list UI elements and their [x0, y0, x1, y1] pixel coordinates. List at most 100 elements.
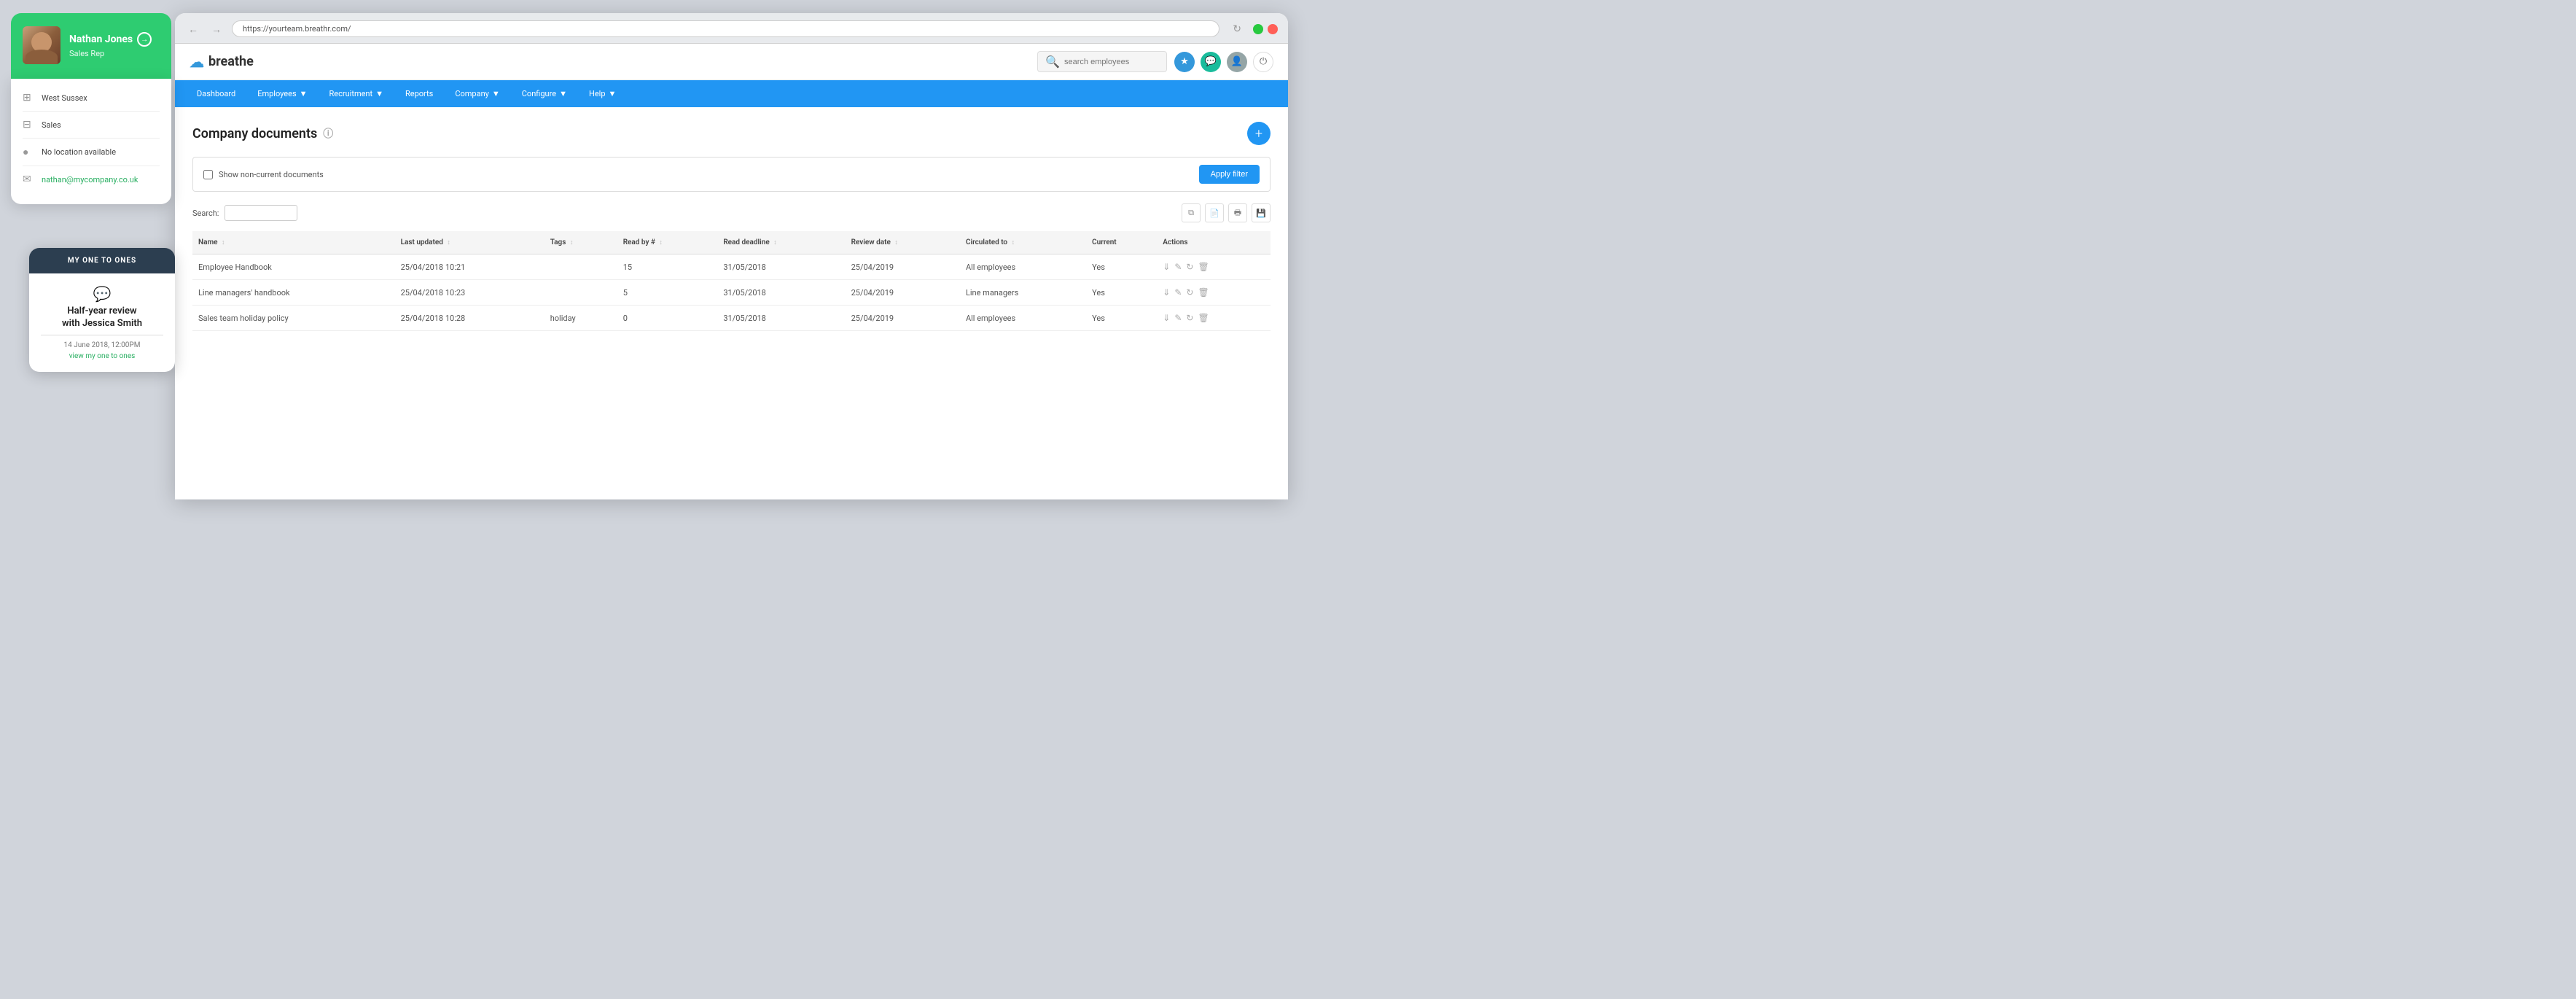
- refresh-action-icon[interactable]: ↻: [1186, 313, 1193, 323]
- non-current-checkbox[interactable]: [203, 170, 213, 179]
- delete-action-icon[interactable]: 🗑: [1198, 287, 1209, 298]
- search-bar: 🔍: [1037, 51, 1167, 72]
- download-button[interactable]: 📄: [1205, 203, 1224, 222]
- edit-action-icon[interactable]: ✎: [1174, 287, 1182, 298]
- help-circle-icon[interactable]: ⓘ: [323, 126, 333, 141]
- cell-current: Yes: [1086, 306, 1157, 331]
- print-button[interactable]: 🖶: [1228, 203, 1247, 222]
- one-to-ones-body: 💬 Half-year review with Jessica Smith 14…: [29, 273, 175, 372]
- profile-role: Sales Rep: [69, 49, 152, 58]
- profile-details: ⊞ West Sussex ⊟ Sales ● No location avai…: [11, 79, 171, 204]
- chat-icon-button[interactable]: 💬: [1201, 52, 1221, 72]
- nav-configure[interactable]: Configure ▼: [512, 80, 577, 107]
- cell-last-updated: 25/04/2018 10:21: [395, 254, 545, 280]
- cell-actions: ⇓ ✎ ↻ 🗑: [1157, 254, 1271, 280]
- sort-deadline-icon: ↕: [773, 239, 777, 246]
- cell-current: Yes: [1086, 254, 1157, 280]
- cell-read-by: 0: [617, 306, 718, 331]
- table-row: Employee Handbook 25/04/2018 10:21 15 31…: [192, 254, 1271, 280]
- configure-dropdown-icon: ▼: [559, 89, 567, 98]
- cell-circulated-to: All employees: [960, 306, 1086, 331]
- nav-dashboard[interactable]: Dashboard: [187, 80, 246, 107]
- team-icon: ⊟: [23, 119, 34, 131]
- reload-button[interactable]: ↻: [1233, 23, 1241, 35]
- nav-company[interactable]: Company ▼: [445, 80, 510, 107]
- power-icon-button[interactable]: ⏻: [1253, 52, 1273, 72]
- sort-name-icon: ↕: [222, 239, 225, 246]
- col-tags[interactable]: Tags ↕: [545, 231, 617, 254]
- company-dropdown-icon: ▼: [492, 89, 500, 98]
- table-search-input[interactable]: [225, 205, 297, 221]
- app-logo: ☁ breathe: [190, 53, 254, 71]
- sort-circulated-icon: ↕: [1012, 239, 1015, 246]
- search-label: Search:: [192, 209, 219, 218]
- one-to-ones-header: MY ONE TO ONES: [29, 248, 175, 273]
- profile-info: Nathan Jones → Sales Rep: [69, 32, 152, 58]
- window-controls: [1253, 24, 1278, 34]
- cell-read-by: 5: [617, 280, 718, 306]
- help-dropdown-icon: ▼: [609, 89, 617, 98]
- recruitment-dropdown-icon: ▼: [375, 89, 383, 98]
- back-button[interactable]: ←: [185, 22, 201, 36]
- col-read-by[interactable]: Read by # ↕: [617, 231, 718, 254]
- nav-help[interactable]: Help ▼: [579, 80, 626, 107]
- cell-tags: [545, 280, 617, 306]
- email-icon: ✉: [23, 174, 34, 185]
- col-name[interactable]: Name ↕: [192, 231, 395, 254]
- forward-button[interactable]: →: [208, 22, 225, 36]
- export-button[interactable]: 💾: [1252, 203, 1271, 222]
- cell-actions: ⇓ ✎ ↻ 🗑: [1157, 280, 1271, 306]
- sort-tags-icon: ↕: [570, 239, 574, 246]
- download-action-icon[interactable]: ⇓: [1163, 287, 1170, 298]
- cell-circulated-to: All employees: [960, 254, 1086, 280]
- nav-recruitment[interactable]: Recruitment ▼: [319, 80, 394, 107]
- maximize-button[interactable]: [1253, 24, 1263, 34]
- copy-button[interactable]: ⧉: [1182, 203, 1201, 222]
- edit-action-icon[interactable]: ✎: [1174, 262, 1182, 272]
- col-read-deadline[interactable]: Read deadline ↕: [717, 231, 845, 254]
- col-review-date[interactable]: Review date ↕: [846, 231, 960, 254]
- cell-tags: holiday: [545, 306, 617, 331]
- refresh-action-icon[interactable]: ↻: [1186, 262, 1193, 272]
- review-date: 14 June 2018, 12:00PM: [41, 341, 163, 349]
- sort-review-icon: ↕: [894, 239, 898, 246]
- download-action-icon[interactable]: ⇓: [1163, 262, 1170, 272]
- nav-employees[interactable]: Employees ▼: [247, 80, 317, 107]
- apply-filter-button[interactable]: Apply filter: [1199, 165, 1260, 184]
- nav-bar: Dashboard Employees ▼ Recruitment ▼ Repo…: [175, 80, 1288, 107]
- cell-current: Yes: [1086, 280, 1157, 306]
- building-icon: ⊞: [23, 92, 34, 104]
- star-icon-button[interactable]: ★: [1174, 52, 1195, 72]
- avatar: [23, 26, 61, 64]
- col-circulated[interactable]: Circulated to ↕: [960, 231, 1086, 254]
- profile-arrow-icon[interactable]: →: [137, 32, 152, 47]
- download-action-icon[interactable]: ⇓: [1163, 313, 1170, 323]
- delete-action-icon[interactable]: 🗑: [1198, 313, 1209, 323]
- refresh-action-icon[interactable]: ↻: [1186, 287, 1193, 298]
- cloud-icon: ☁: [190, 53, 204, 71]
- close-button[interactable]: [1268, 24, 1278, 34]
- add-document-button[interactable]: +: [1247, 122, 1271, 145]
- table-row: Line managers' handbook 25/04/2018 10:23…: [192, 280, 1271, 306]
- sort-readby-icon: ↕: [659, 239, 663, 246]
- delete-action-icon[interactable]: 🗑: [1198, 262, 1209, 272]
- user-icon-button[interactable]: 👤: [1227, 52, 1247, 72]
- edit-action-icon[interactable]: ✎: [1174, 313, 1182, 323]
- filter-label: Show non-current documents: [219, 170, 324, 179]
- col-last-updated[interactable]: Last updated ↕: [395, 231, 545, 254]
- location-icon: ●: [23, 146, 34, 158]
- search-icon: 🔍: [1045, 55, 1060, 69]
- search-input[interactable]: [1064, 58, 1159, 66]
- team-row: ⊟ Sales: [23, 112, 160, 139]
- view-one-to-ones-link[interactable]: view my one to ones: [41, 352, 163, 360]
- page-header: Company documents ⓘ +: [192, 122, 1271, 145]
- col-actions: Actions: [1157, 231, 1271, 254]
- header-icons: ★ 💬 👤 ⏻: [1174, 52, 1273, 72]
- header-right: 🔍 ★ 💬 👤 ⏻: [1037, 51, 1273, 72]
- nav-reports[interactable]: Reports: [395, 80, 443, 107]
- cell-circulated-to: Line managers: [960, 280, 1086, 306]
- profile-name: Nathan Jones →: [69, 32, 152, 47]
- cell-read-deadline: 31/05/2018: [717, 254, 845, 280]
- cell-actions: ⇓ ✎ ↻ 🗑: [1157, 306, 1271, 331]
- cell-last-updated: 25/04/2018 10:28: [395, 306, 545, 331]
